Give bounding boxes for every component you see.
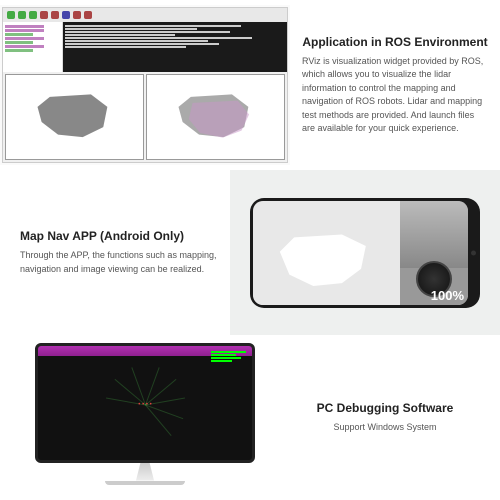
terminal [63, 22, 287, 72]
ros-heading: Application in ROS Environment [302, 35, 488, 49]
lidar-scan-view: • • • • [48, 361, 242, 450]
monitor-base [105, 481, 185, 485]
rviz-panel-left [5, 74, 144, 160]
percent-label: 100% [431, 288, 464, 303]
monitor-mockup: • • • • [35, 343, 255, 493]
pc-heading: PC Debugging Software [285, 401, 485, 415]
phone-camera-view: 100% [400, 201, 468, 305]
toolbar-btn [18, 11, 26, 19]
phone-mockup: Back 100% [250, 198, 480, 308]
toolbar-btn [62, 11, 70, 19]
ide-toolbar [3, 8, 287, 22]
toolbar-btn [51, 11, 59, 19]
toolbar-btn [73, 11, 81, 19]
pc-section: • • • • PC Debugging Software Support Wi… [0, 335, 500, 500]
code-editor [3, 22, 63, 72]
toolbar-btn [40, 11, 48, 19]
ros-screenshot [0, 5, 290, 165]
ros-section: Application in ROS Environment RViz is v… [0, 0, 500, 170]
ros-body: RViz is visualization widget provided by… [302, 55, 488, 136]
toolbar-btn [84, 11, 92, 19]
phone-map-view [253, 201, 400, 305]
ide-mockup [2, 7, 288, 163]
phone-camera-dot [471, 250, 476, 255]
pc-body: Support Windows System [285, 421, 485, 435]
android-heading: Map Nav APP (Android Only) [20, 229, 220, 243]
toolbar-btn [7, 11, 15, 19]
android-section: Map Nav APP (Android Only) Through the A… [0, 170, 500, 335]
scan-info [211, 350, 246, 363]
toolbar-btn [29, 11, 37, 19]
android-body: Through the APP, the functions such as m… [20, 249, 220, 276]
pc-screenshot: • • • • [0, 335, 270, 500]
rviz-panel-right [146, 74, 285, 160]
monitor-screen: • • • • [35, 343, 255, 463]
android-screenshot: Back 100% [230, 170, 500, 335]
monitor-stand [130, 463, 160, 481]
